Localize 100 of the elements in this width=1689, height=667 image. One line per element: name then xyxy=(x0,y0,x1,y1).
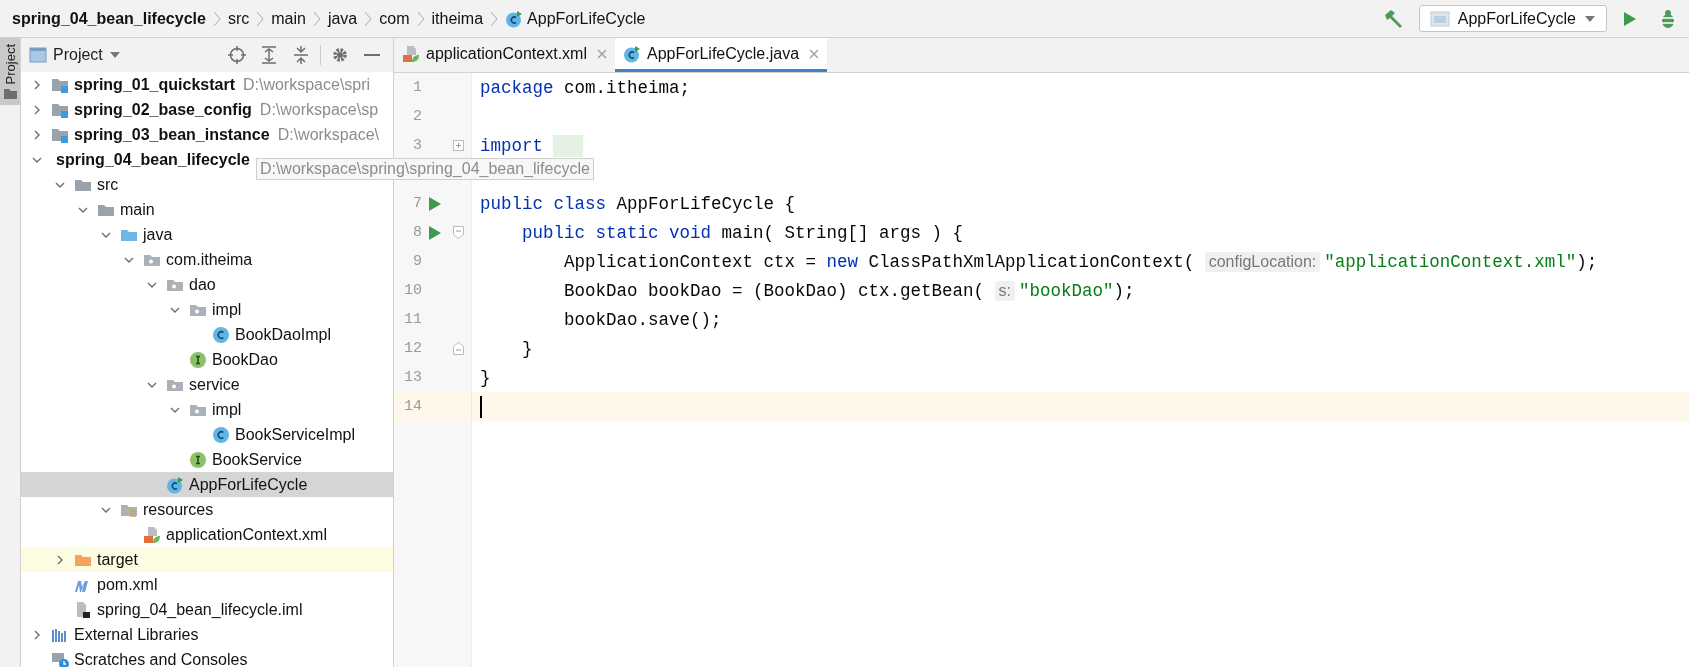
tree-item-label: External Libraries xyxy=(74,625,199,644)
module-path: D:\workspace\ xyxy=(277,125,379,144)
tree-item[interactable]: AppForLifeCycle xyxy=(21,472,393,497)
tree-item-label: service xyxy=(189,375,240,394)
expand-fold-icon[interactable] xyxy=(452,140,464,151)
tree-item[interactable]: spring_03_bean_instance D:\workspace\ xyxy=(21,122,393,147)
line-number: 11 xyxy=(403,311,422,328)
close-icon[interactable] xyxy=(809,48,820,59)
tree-item-label: spring_04_bean_lifecycle.iml xyxy=(97,600,303,619)
tree-item-label: impl xyxy=(212,400,242,419)
tree-item-label: BookService xyxy=(212,450,302,469)
tree-item[interactable]: impl xyxy=(21,297,393,322)
tree-item-label: pom.xml xyxy=(97,575,158,594)
line-number: 14 xyxy=(403,398,422,415)
folder-icon xyxy=(3,88,17,100)
line-number: 13 xyxy=(403,369,422,386)
tree-item-label: spring_01_quickstart xyxy=(74,75,235,94)
breadcrumb[interactable]: itheima xyxy=(431,9,484,28)
hammer-icon[interactable] xyxy=(1382,8,1405,29)
line-number: 1 xyxy=(412,79,422,96)
tree-item-label: spring_04_bean_lifecycle xyxy=(56,150,250,169)
tree-item-label: BookServiceImpl xyxy=(235,425,356,444)
tree-item-label: spring_02_base_config xyxy=(74,100,252,119)
path-tooltip: D:\workspace\spring\spring_04_bean_lifecycle xyxy=(255,157,594,180)
line-number: 9 xyxy=(412,253,422,270)
tree-item[interactable]: resources xyxy=(21,497,393,522)
line-number: 10 xyxy=(403,282,422,299)
class-icon xyxy=(212,425,230,444)
bug-icon[interactable] xyxy=(1659,8,1677,29)
text-caret xyxy=(480,395,482,418)
tree-item[interactable]: impl xyxy=(21,397,393,422)
xml-file-icon xyxy=(402,44,420,63)
runnable-class-icon xyxy=(166,475,184,494)
editor-tab[interactable]: applicationContext.xml xyxy=(394,38,615,72)
line-number: 7 xyxy=(412,195,422,212)
module-file-icon xyxy=(74,600,92,619)
parameter-hint: s: xyxy=(994,280,1016,301)
tree-item-label: BookDaoImpl xyxy=(235,325,332,344)
breadcrumb[interactable]: spring_04_bean_lifecycle xyxy=(12,9,206,28)
tree-item[interactable]: BookServiceImpl xyxy=(21,422,393,447)
code-line: public class AppForLifeCycle { xyxy=(480,193,796,214)
code-line: } xyxy=(521,338,533,359)
tree-item-label: dao xyxy=(189,275,216,294)
interface-icon xyxy=(189,450,207,469)
tree-item-label: applicationContext.xml xyxy=(166,525,327,544)
tree-item-label: com.itheima xyxy=(166,250,253,269)
tree-item-label: src xyxy=(97,175,119,194)
code-line: ApplicationContext ctx = new ClassPathXmlApplicationContext( configLocation: "applicationContext.xml"); xyxy=(563,251,1598,272)
tree-item[interactable]: main xyxy=(21,197,393,222)
tree-item[interactable]: dao xyxy=(21,272,393,297)
tree-item[interactable]: pom.xml xyxy=(21,572,393,597)
runnable-class-icon xyxy=(505,9,524,28)
tree-item[interactable]: BookDao xyxy=(21,347,393,372)
code-line: public static void main( String[] args ) { xyxy=(521,222,964,243)
interface-icon xyxy=(189,350,207,369)
window-icon xyxy=(1429,10,1450,27)
tree-item[interactable]: spring_02_base_config D:\workspace\sp xyxy=(21,97,393,122)
editor-tab[interactable]: AppForLifeCycle.java xyxy=(614,38,828,72)
module-path: D:\workspace\spri xyxy=(242,75,371,94)
window-icon xyxy=(29,47,47,63)
run-configuration-dropdown[interactable]: AppForLifeCycle xyxy=(1418,5,1607,32)
run-icon[interactable] xyxy=(428,224,442,241)
code-line: import xyxy=(480,134,583,157)
tree-item[interactable]: External Libraries xyxy=(21,622,393,647)
tree-item-label: java xyxy=(143,225,173,244)
line-number: 2 xyxy=(412,108,422,125)
close-icon[interactable] xyxy=(596,48,607,59)
breadcrumb[interactable]: src xyxy=(227,9,250,28)
project-tool-tab[interactable]: Project xyxy=(0,38,20,106)
breadcrumb[interactable]: AppForLifeCycle xyxy=(505,9,646,28)
tree-item[interactable]: java xyxy=(21,222,393,247)
tree-item-label: impl xyxy=(212,300,242,319)
breadcrumb[interactable]: main xyxy=(271,9,306,28)
tree-item-label: resources xyxy=(143,500,214,519)
runnable-class-icon xyxy=(622,44,641,63)
tree-item[interactable]: target xyxy=(21,547,393,572)
tree-item[interactable]: BookService xyxy=(21,447,393,472)
tree-item-label: main xyxy=(120,200,155,219)
code-line: bookDao.save(); xyxy=(563,309,722,330)
tree-item-label: target xyxy=(97,550,138,569)
tree-item[interactable]: BookDaoImpl xyxy=(21,322,393,347)
tree-item-label: AppForLifeCycle xyxy=(189,475,308,494)
caret-icon xyxy=(1584,14,1596,23)
line-number: 3 xyxy=(412,137,422,154)
tree-item[interactable]: applicationContext.xml xyxy=(21,522,393,547)
tree-item[interactable]: spring_04_bean_lifecycle.iml xyxy=(21,597,393,622)
parameter-hint: configLocation: xyxy=(1204,251,1321,272)
tree-item-label: BookDao xyxy=(212,350,278,369)
module-path: D:\workspace\sp xyxy=(259,100,379,119)
project-view-dropdown[interactable]: Project xyxy=(29,46,121,64)
tree-item[interactable]: com.itheima xyxy=(21,247,393,272)
breadcrumb[interactable]: com xyxy=(379,9,410,28)
tree-item[interactable]: service xyxy=(21,372,393,397)
code-line: BookDao bookDao = (BookDao) ctx.getBean( s: "bookDao"); xyxy=(563,280,1135,301)
run-icon[interactable] xyxy=(1623,10,1637,27)
breadcrumb[interactable]: java xyxy=(327,9,358,28)
run-icon[interactable] xyxy=(428,195,442,212)
tree-item-label: spring_03_bean_instance xyxy=(74,125,270,144)
tree-item[interactable]: Scratches and Consoles xyxy=(21,647,393,667)
tree-item[interactable]: spring_01_quickstart D:\workspace\spri xyxy=(21,72,393,97)
